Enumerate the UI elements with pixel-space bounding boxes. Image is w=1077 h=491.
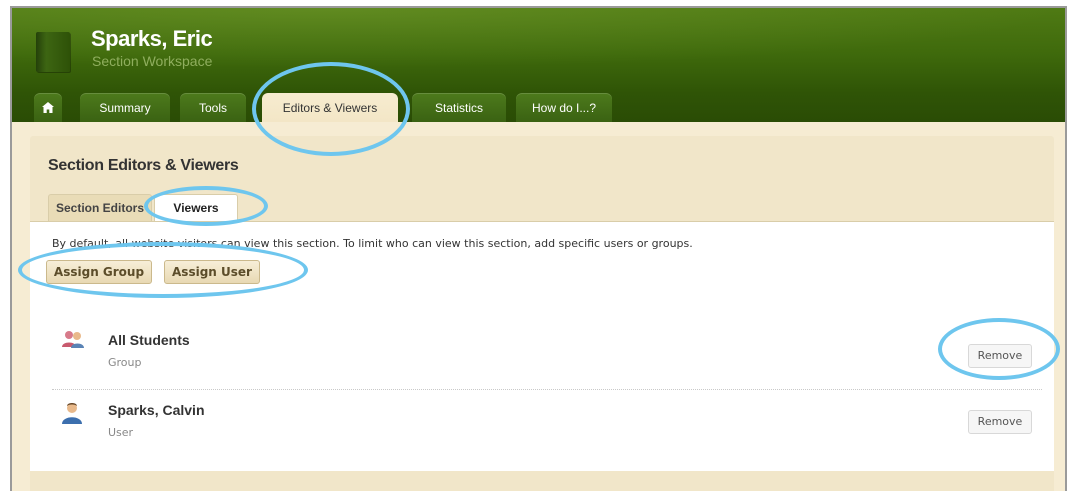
page-title: Sparks, Eric [91,26,213,51]
workspace-frame: Sparks, Eric Section Workspace Summary T… [10,6,1067,491]
remove-button[interactable]: Remove [968,344,1032,368]
tab-summary[interactable]: Summary [80,93,170,122]
viewer-name: Sparks, Calvin [108,402,205,418]
tab-how-do-i[interactable]: How do I...? [516,93,612,122]
group-icon [62,329,84,354]
subtab-section-editors[interactable]: Section Editors [48,194,152,221]
viewer-name: All Students [108,332,190,348]
viewer-type: User [108,426,134,439]
page-subtitle: Section Workspace [92,53,213,69]
home-icon [42,102,54,113]
viewers-notice: By default, all website visitors can vie… [52,237,693,250]
remove-button[interactable]: Remove [968,410,1032,434]
tab-tools[interactable]: Tools [180,93,246,122]
tab-home[interactable] [34,93,62,122]
assign-group-button[interactable]: Assign Group [46,260,152,284]
panel-footer [30,471,1054,491]
viewer-type: Group [108,356,142,369]
book-icon [36,32,70,72]
tab-statistics[interactable]: Statistics [412,93,506,122]
tab-editors-viewers[interactable]: Editors & Viewers [262,93,398,122]
panel-title: Section Editors & Viewers [48,157,239,174]
subtab-viewers[interactable]: Viewers [154,194,238,222]
user-icon [62,402,82,429]
assign-user-button[interactable]: Assign User [164,260,260,284]
row-divider [52,389,1042,390]
